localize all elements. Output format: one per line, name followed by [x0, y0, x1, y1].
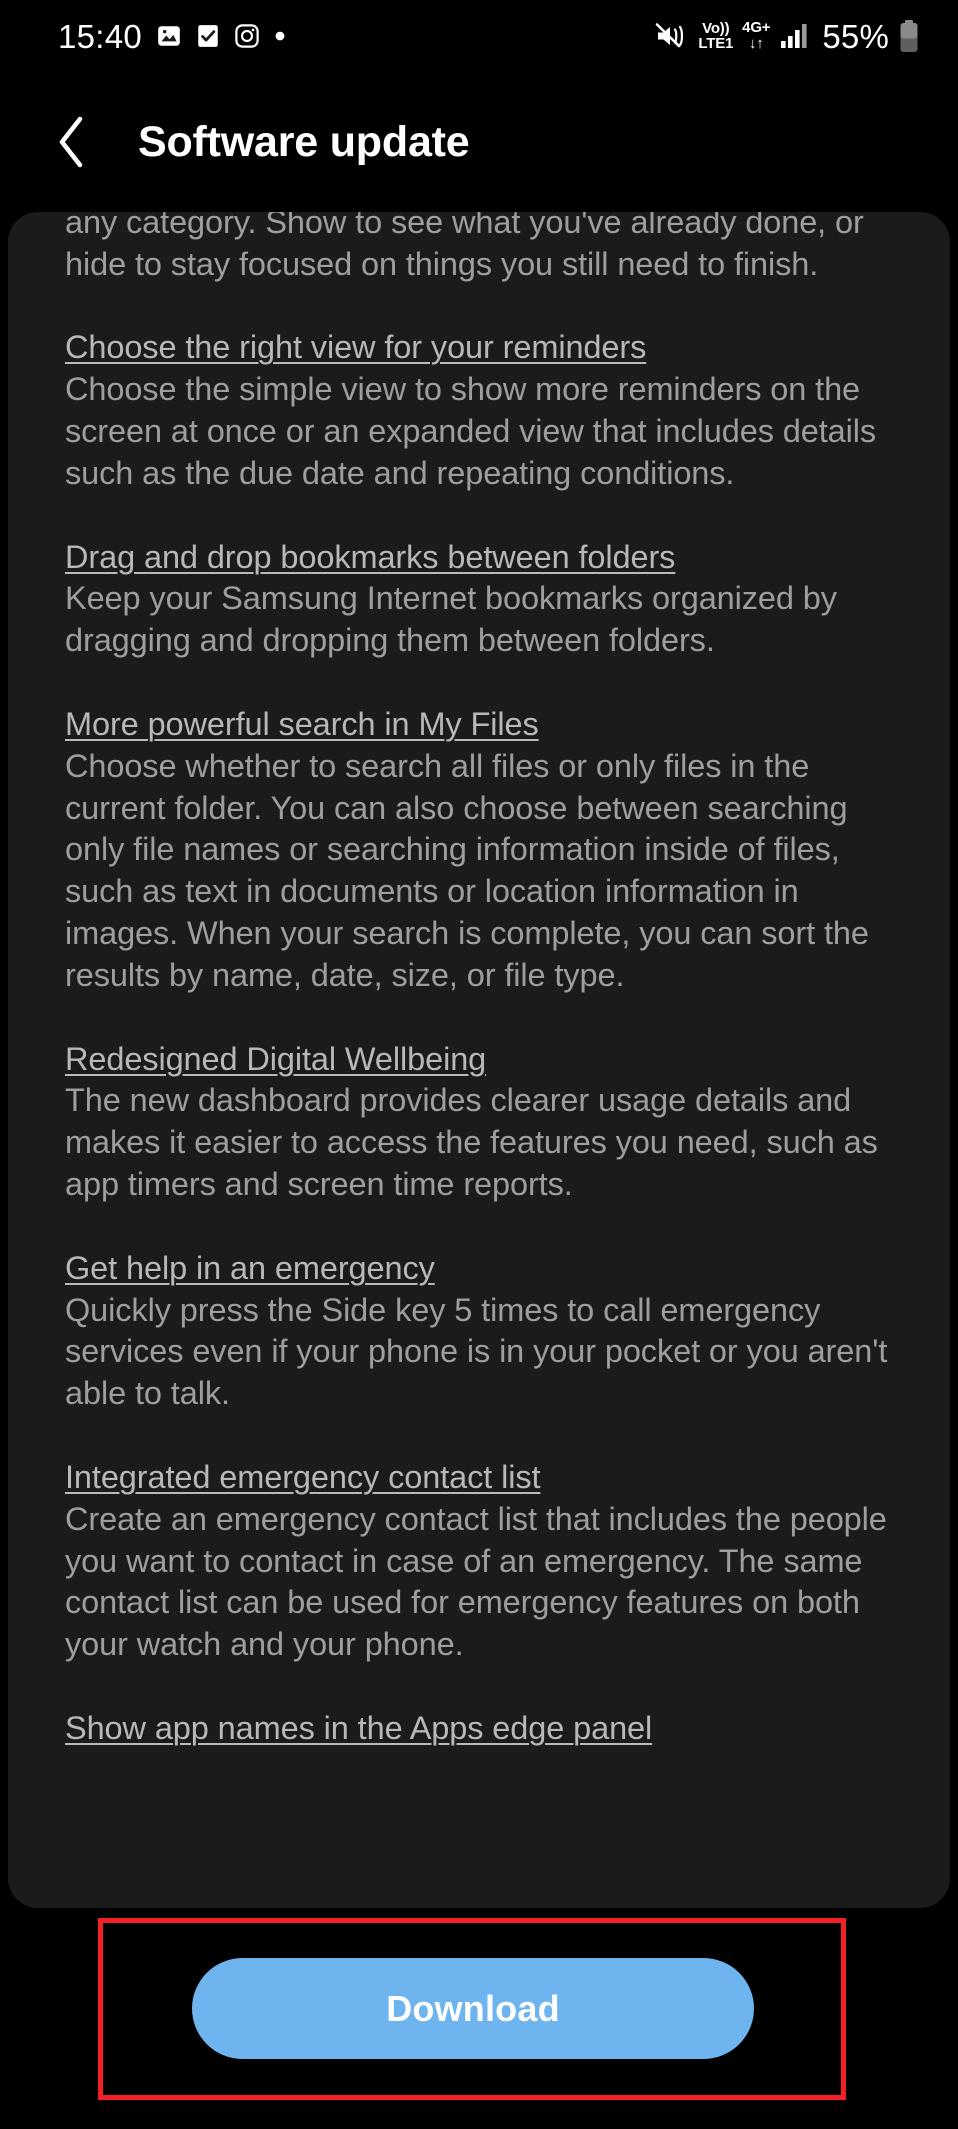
section-body: The new dashboard provides clearer usage…: [65, 1082, 878, 1202]
network-icon: 4G+ ↓↑: [742, 20, 770, 52]
checkbox-icon: [196, 23, 220, 49]
release-notes-scroll[interactable]: You can show or hide the completed remin…: [8, 212, 950, 1750]
release-note-section-emergency-help: Get help in an emergency Quickly press t…: [65, 1248, 894, 1415]
phone-screen: 15:40 Vo)) LTE1 4G+ ↓↑ 55% Software upda…: [0, 0, 958, 2129]
section-body: Create an emergency contact list that in…: [65, 1500, 887, 1663]
status-bar: 15:40 Vo)) LTE1 4G+ ↓↑ 55%: [0, 0, 958, 72]
section-body: Choose whether to search all files or on…: [65, 747, 869, 993]
status-clock: 15:40: [58, 17, 143, 55]
volte-icon: Vo)) LTE1: [698, 20, 734, 52]
app-header: Software update: [0, 72, 958, 212]
section-heading: Show app names in the Apps edge panel: [65, 1709, 653, 1746]
gallery-icon: [156, 23, 182, 49]
page-title: Software update: [138, 117, 470, 166]
release-note-section-intro: You can show or hide the completed remin…: [65, 212, 894, 285]
data-arrows-label: ↓↑: [748, 35, 764, 52]
instagram-icon: [234, 23, 260, 49]
section-heading: Integrated emergency contact list: [65, 1458, 541, 1495]
battery-percent-label: 55%: [822, 17, 889, 55]
release-note-section-my-files-search: More powerful search in My Files Choose …: [65, 704, 894, 997]
release-note-section-emergency-contacts: Integrated emergency contact list Create…: [65, 1457, 894, 1666]
release-note-section-apps-edge: Show app names in the Apps edge panel: [65, 1708, 894, 1750]
section-body: Choose the simple view to show more remi…: [65, 371, 877, 491]
release-note-section-bookmarks: Drag and drop bookmarks between folders …: [65, 537, 894, 662]
download-button[interactable]: Download: [192, 1958, 754, 2059]
download-button-label: Download: [386, 1987, 560, 2029]
section-heading: More powerful search in My Files: [65, 705, 539, 742]
release-notes-card[interactable]: You can show or hide the completed remin…: [8, 212, 950, 1908]
section-heading: Redesigned Digital Wellbeing: [65, 1040, 487, 1077]
status-bar-left: 15:40: [58, 20, 286, 53]
section-heading: Drag and drop bookmarks between folders: [65, 538, 676, 575]
section-body: Keep your Samsung Internet bookmarks org…: [65, 580, 837, 659]
status-bar-right: Vo)) LTE1 4G+ ↓↑ 55%: [655, 19, 920, 53]
release-note-section-digital-wellbeing: Redesigned Digital Wellbeing The new das…: [65, 1039, 894, 1206]
network-type-label: 4G+: [742, 19, 771, 37]
back-button[interactable]: [44, 114, 100, 170]
section-body: Quickly press the Side key 5 times to ca…: [65, 1291, 888, 1412]
mute-icon: [655, 21, 689, 51]
more-dot-icon: [274, 30, 286, 42]
section-heading: Choose the right view for your reminders: [65, 329, 647, 366]
signal-bars-icon: [779, 22, 809, 50]
intro-body: any category. Show to see what you've al…: [65, 212, 864, 282]
battery-icon: [898, 19, 920, 53]
chevron-left-icon: [59, 116, 83, 168]
release-note-section-reminders-view: Choose the right view for your reminders…: [65, 327, 894, 494]
section-heading: Get help in an emergency: [65, 1249, 435, 1286]
